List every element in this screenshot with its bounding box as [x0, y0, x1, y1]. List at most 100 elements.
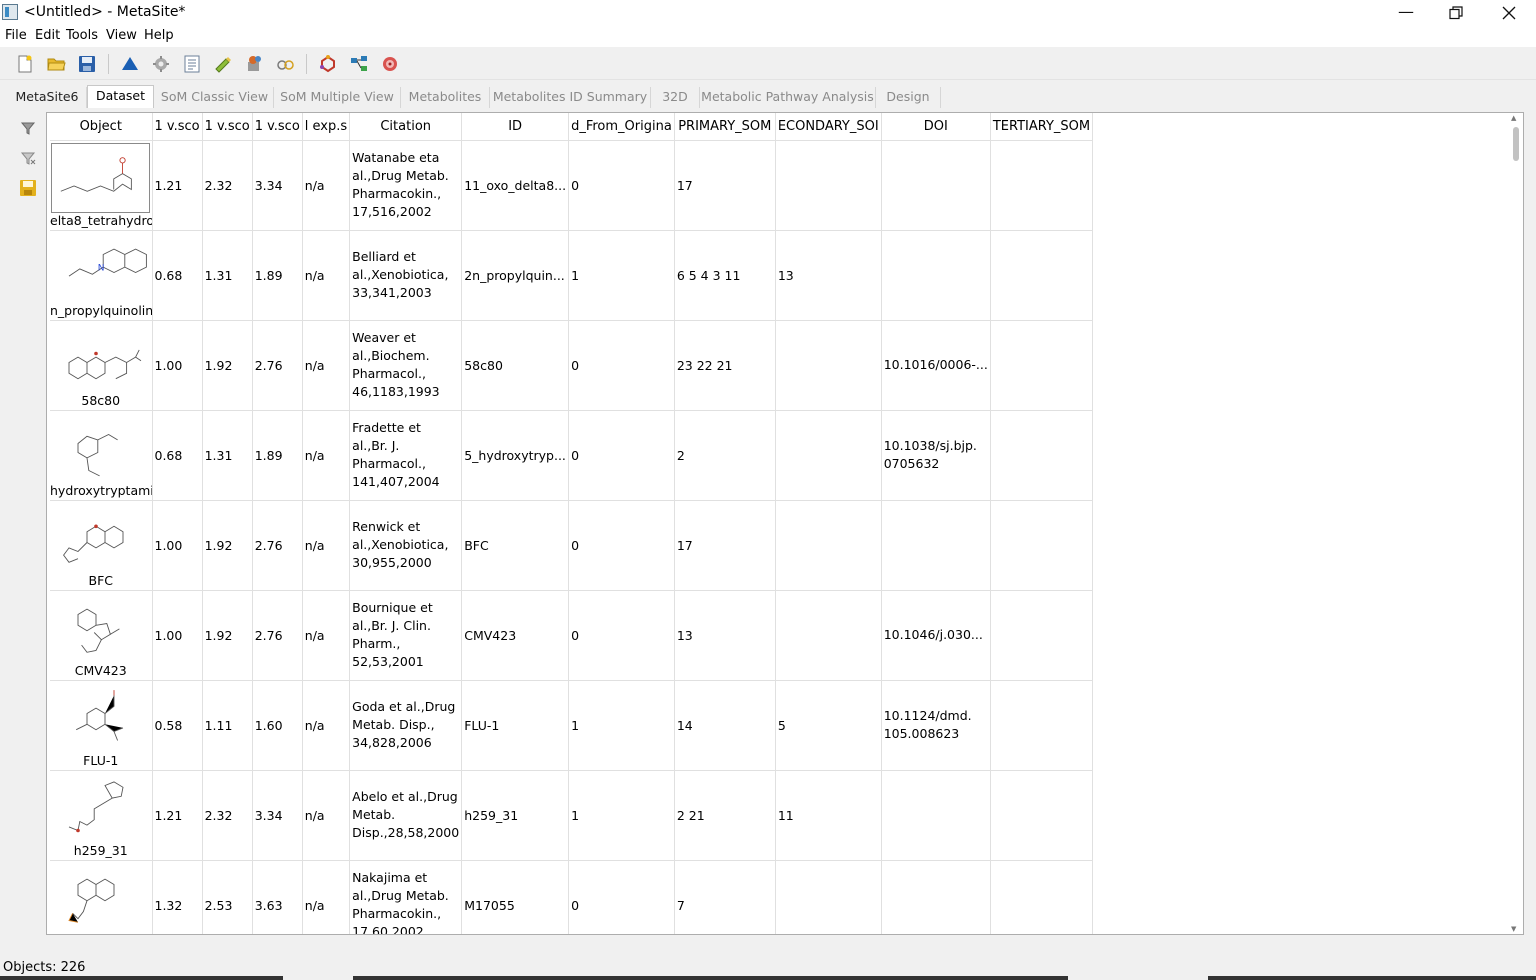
cell-score-3[interactable]: 2.76 — [252, 320, 303, 411]
cell-from-original[interactable]: 0 — [568, 140, 675, 231]
tab-32d[interactable]: 32D — [651, 87, 700, 108]
cell-primary-som[interactable]: 23 22 21 — [674, 320, 776, 411]
cell-secondary-som[interactable] — [775, 140, 882, 231]
cell-score-2[interactable]: 1.92 — [202, 590, 253, 681]
cell-citation[interactable]: Abelo et al.,Drug Metab. Disp.,28,58,200… — [349, 770, 463, 861]
pencil-icon[interactable] — [213, 54, 233, 74]
glasses-icon[interactable] — [275, 54, 295, 74]
cell-tertiary-som[interactable] — [990, 140, 1094, 231]
cell-score-2[interactable]: 1.92 — [202, 500, 253, 591]
cell-exp[interactable]: n/a — [302, 680, 351, 771]
column-header-score-3[interactable]: 1 v.sco — [252, 113, 303, 141]
pathway-icon[interactable] — [349, 54, 369, 74]
document-list-icon[interactable] — [182, 54, 202, 74]
tab-metasite6[interactable]: MetaSite6 — [8, 87, 87, 108]
column-header-doi[interactable]: DOI — [881, 113, 991, 141]
cell-score-2[interactable]: 2.32 — [202, 140, 253, 231]
column-header-primary-som[interactable]: PRIMARY_SOM — [674, 113, 776, 141]
cell-score-3[interactable]: 2.76 — [252, 590, 303, 681]
cell-score-3[interactable]: 1.89 — [252, 410, 303, 501]
cell-tertiary-som[interactable] — [990, 770, 1094, 861]
cell-doi[interactable]: 10.1038/sj.bjp. 0705632 — [881, 410, 991, 501]
table-row[interactable]: elta8_tetrahydroc 1.21 2.32 3.34 n/a Watanabe… — [50, 140, 1094, 231]
cell-exp[interactable]: n/a — [302, 140, 351, 231]
cell-id[interactable]: 2n_propylquin... — [461, 230, 570, 321]
cell-exp[interactable]: n/a — [302, 230, 351, 321]
cell-id[interactable]: 58c80 — [461, 320, 570, 411]
cell-score-2[interactable]: 1.92 — [202, 320, 253, 411]
cell-score-3[interactable]: 1.60 — [252, 680, 303, 771]
cell-secondary-som[interactable]: 13 — [775, 230, 882, 321]
cell-object[interactable]: Nn_propylquinolin — [50, 230, 153, 321]
close-icon[interactable] — [1486, 0, 1532, 26]
column-header-secondary-som[interactable]: ECONDARY_SOI — [775, 113, 882, 141]
column-header-score-1[interactable]: 1 v.sco — [152, 113, 203, 141]
cell-from-original[interactable]: 0 — [568, 500, 675, 591]
open-folder-icon[interactable] — [46, 54, 66, 74]
cell-object[interactable]: CMV423 — [50, 590, 153, 681]
cell-primary-som[interactable]: 13 — [674, 590, 776, 681]
cell-score-3[interactable]: 3.34 — [252, 770, 303, 861]
cell-exp[interactable]: n/a — [302, 860, 351, 934]
scroll-down-icon[interactable]: ▼ — [1511, 925, 1516, 933]
tab-dataset[interactable]: Dataset — [87, 85, 154, 108]
cell-citation[interactable]: Goda et al.,Drug Metab. Disp., 34,828,20… — [349, 680, 463, 771]
cell-doi[interactable] — [881, 500, 991, 591]
scrollbar-thumb[interactable] — [1513, 127, 1519, 161]
cell-from-original[interactable]: 1 — [568, 230, 675, 321]
cell-score-3[interactable]: 3.34 — [252, 140, 303, 231]
cell-id[interactable]: FLU-1 — [461, 680, 570, 771]
cell-from-original[interactable]: 0 — [568, 860, 675, 934]
cell-exp[interactable]: n/a — [302, 590, 351, 681]
target-icon[interactable] — [380, 54, 400, 74]
cell-primary-som[interactable]: 17 — [674, 140, 776, 231]
vertical-scrollbar[interactable]: ▲ ▼ — [1509, 113, 1523, 934]
menu-view[interactable]: View — [106, 28, 137, 43]
cell-primary-som[interactable]: 2 — [674, 410, 776, 501]
column-header-object[interactable]: Object — [50, 113, 153, 141]
cell-score-3[interactable]: 3.63 — [252, 860, 303, 934]
cell-secondary-som[interactable]: 11 — [775, 770, 882, 861]
cell-score-1[interactable]: 0.58 — [152, 680, 203, 771]
scroll-up-icon[interactable]: ▲ — [1511, 114, 1516, 122]
menu-edit[interactable]: Edit — [35, 28, 60, 43]
cell-score-1[interactable]: 0.68 — [152, 230, 203, 321]
cell-tertiary-som[interactable] — [990, 320, 1094, 411]
tab-metabolic-pathway-analysis[interactable]: Metabolic Pathway Analysis — [700, 87, 876, 108]
cell-object[interactable]: elta8_tetrahydroc — [50, 140, 153, 231]
cell-score-3[interactable]: 1.89 — [252, 230, 303, 321]
cell-id[interactable]: CMV423 — [461, 590, 570, 681]
cell-score-1[interactable]: 1.21 — [152, 140, 203, 231]
cell-tertiary-som[interactable] — [990, 410, 1094, 501]
column-header-id[interactable]: ID — [461, 113, 570, 141]
cell-tertiary-som[interactable] — [990, 590, 1094, 681]
cell-from-original[interactable]: 0 — [568, 320, 675, 411]
cell-primary-som[interactable]: 7 — [674, 860, 776, 934]
cell-object[interactable]: hydroxytryptamir — [50, 410, 153, 501]
cell-score-1[interactable]: 0.68 — [152, 410, 203, 501]
cell-doi[interactable] — [881, 140, 991, 231]
cell-id[interactable]: h259_31 — [461, 770, 570, 861]
cell-tertiary-som[interactable] — [990, 500, 1094, 591]
cell-object[interactable]: M17055 — [50, 860, 153, 934]
cell-exp[interactable]: n/a — [302, 410, 351, 501]
column-header-tertiary-som[interactable]: TERTIARY_SOM — [990, 113, 1094, 141]
cell-from-original[interactable]: 1 — [568, 680, 675, 771]
save-dataset-icon[interactable] — [19, 179, 37, 197]
cell-citation[interactable]: Fradette et al.,Br. J. Pharmacol., 141,4… — [349, 410, 463, 501]
cell-from-original[interactable]: 0 — [568, 410, 675, 501]
cell-doi[interactable]: 10.1046/j.030... — [881, 590, 991, 681]
tab-design[interactable]: Design — [876, 87, 941, 108]
cell-score-2[interactable]: 1.31 — [202, 410, 253, 501]
cell-object[interactable]: BFC — [50, 500, 153, 591]
cell-score-1[interactable]: 1.00 — [152, 500, 203, 591]
column-header-exp[interactable]: l exp.s — [302, 113, 351, 141]
menu-tools[interactable]: Tools — [66, 28, 98, 43]
new-file-icon[interactable] — [15, 54, 35, 74]
cell-score-1[interactable]: 1.00 — [152, 590, 203, 681]
table-row[interactable]: Nn_propylquinolin 0.68 1.31 1.89 n/a Belliard… — [50, 230, 1094, 321]
cell-id[interactable]: 5_hydroxytryp... — [461, 410, 570, 501]
cell-secondary-som[interactable]: 5 — [775, 680, 882, 771]
restore-icon[interactable] — [1433, 0, 1479, 26]
cell-primary-som[interactable]: 6 5 4 3 11 — [674, 230, 776, 321]
